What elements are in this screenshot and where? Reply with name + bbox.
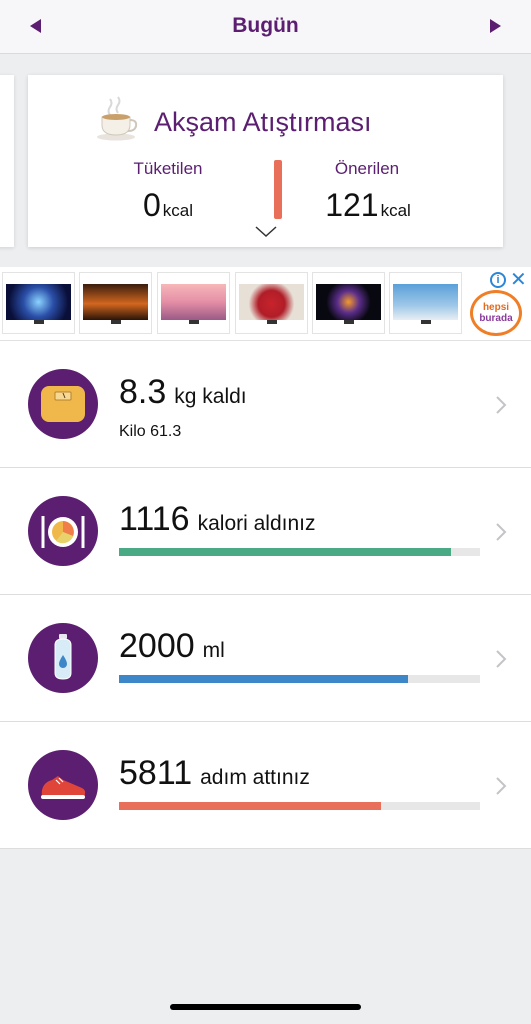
ad-product-thumbnail[interactable]	[389, 272, 462, 334]
chevron-right-icon	[496, 523, 507, 541]
calories-progress-fill	[119, 548, 452, 556]
meal-carousel[interactable]: Akşam Atıştırması Tüketilen 0 kcal Öneril…	[0, 55, 531, 267]
consumed-label: Tüketilen	[133, 159, 203, 178]
chevron-right-icon	[496, 650, 507, 668]
adchoices-icon[interactable]: i	[490, 272, 506, 288]
consumed-value: 0 kcal	[88, 187, 248, 224]
ad-product-thumbnail[interactable]	[235, 272, 308, 334]
consumed-unit: kcal	[162, 201, 194, 220]
recommended-label: Önerilen	[334, 159, 400, 178]
scale-icon	[28, 369, 98, 439]
water-bottle-icon	[28, 623, 98, 693]
ad-product-thumbnail[interactable]	[2, 272, 75, 334]
recommended-value: 121 kcal	[288, 187, 448, 224]
ad-product-thumbnail[interactable]	[312, 272, 385, 334]
meal-card[interactable]: Akşam Atıştırması Tüketilen 0 kcal Öneril…	[28, 75, 503, 247]
consumed-number: 0	[142, 187, 161, 223]
brand-line1: hepsi	[482, 302, 510, 313]
calories-label: kalori aldınız	[197, 512, 316, 535]
ad-banner[interactable]	[0, 267, 531, 341]
date-title[interactable]: Bugün	[0, 14, 531, 38]
weight-remaining: 8.3	[119, 373, 167, 411]
recommended-unit: kcal	[380, 201, 411, 220]
water-label: ml	[202, 639, 225, 662]
brand-text: hepsi burada	[473, 302, 519, 324]
calories-value: 1116 kalori aldınız	[119, 500, 315, 539]
water-row[interactable]: 2000 ml	[0, 595, 531, 722]
steps-progress-fill	[119, 802, 381, 810]
steps-value: 5811 adım attınız	[119, 754, 310, 793]
water-progress-fill	[119, 675, 408, 683]
previous-meal-card[interactable]	[0, 75, 14, 247]
close-ad-icon[interactable]: ✕	[510, 270, 527, 290]
current-weight: Kilo 61.3	[119, 423, 182, 440]
next-day-icon[interactable]	[490, 19, 501, 33]
steps-progress-bar	[119, 802, 480, 810]
weight-value: 8.3 kg kaldı	[119, 373, 247, 412]
weight-label: kg kaldı	[174, 385, 247, 408]
calories-row[interactable]: 1116 kalori aldınız	[0, 468, 531, 595]
ad-product-thumbnail[interactable]	[157, 272, 230, 334]
steps-number: 5811	[119, 754, 193, 792]
ad-product-thumbnail[interactable]	[79, 272, 152, 334]
meal-progress-bar	[274, 160, 282, 219]
chevron-right-icon	[496, 777, 507, 795]
weight-row[interactable]: 8.3 kg kaldı Kilo 61.3	[0, 341, 531, 468]
water-progress-bar	[119, 675, 480, 683]
steps-row[interactable]: 5811 adım attınız	[0, 722, 531, 849]
home-indicator[interactable]	[170, 1004, 361, 1010]
summary-list: 8.3 kg kaldı Kilo 61.3 1116 kalori aldınız	[0, 341, 531, 849]
hepsiburada-logo[interactable]: hepsi burada	[470, 290, 522, 336]
brand-line2: burada	[479, 313, 513, 324]
calories-number: 1116	[119, 500, 190, 538]
meal-title: Akşam Atıştırması	[154, 107, 372, 137]
coffee-cup-icon	[97, 96, 138, 141]
chevron-right-icon	[496, 396, 507, 414]
chevron-down-icon[interactable]	[254, 225, 278, 239]
calories-progress-bar	[119, 548, 480, 556]
date-navigation-bar: Bugün	[0, 0, 531, 54]
steps-label: adım attınız	[200, 766, 310, 789]
water-value: 2000 ml	[119, 627, 225, 666]
water-number: 2000	[119, 627, 195, 665]
plate-icon	[28, 496, 98, 566]
recommended-number: 121	[325, 187, 379, 223]
sneaker-icon	[28, 750, 98, 820]
